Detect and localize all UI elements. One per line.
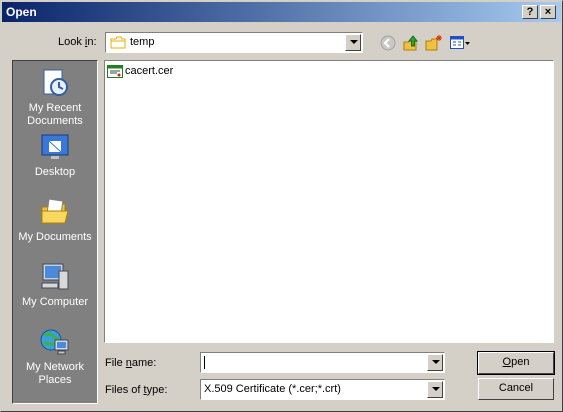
files-of-type-value: X.509 Certificate (*.cer;*.crt) [204,383,341,395]
desktop-icon [41,134,69,159]
place-my-network-places[interactable]: My Network Places [13,326,97,387]
places-bar: My Recent Documents Desktop My Documents [12,60,98,404]
place-my-documents[interactable]: My Documents [13,196,97,244]
close-button[interactable]: × [540,5,556,19]
files-of-type-label: Files of type: [105,384,168,396]
place-my-computer[interactable]: My Computer [13,261,97,309]
my-computer-icon [41,263,69,290]
new-folder-icon[interactable] [425,34,443,52]
open-button[interactable]: Open [477,351,555,375]
folder-icon [110,36,126,49]
my-documents-icon [41,198,69,224]
view-menu-icon[interactable] [449,34,471,52]
file-name-label: cacert.cer [125,65,174,77]
cancel-button[interactable]: Cancel [478,378,554,400]
network-places-icon [40,329,69,355]
certificate-icon [107,65,123,78]
place-my-recent-documents[interactable]: My Recent Documents [13,67,97,128]
back-icon[interactable] [379,34,397,52]
files-of-type-select[interactable]: X.509 Certificate (*.cer;*.crt) [200,379,445,400]
look-in-label: Look in: [58,36,97,48]
look-in-value: temp [130,36,155,48]
look-in-combo[interactable]: temp [105,32,363,53]
title-bar[interactable]: Open ? × [2,2,561,22]
text-cursor [204,356,205,369]
place-desktop[interactable]: Desktop [13,131,97,179]
chevron-down-icon[interactable] [345,34,361,51]
file-list[interactable]: cacert.cer [104,60,554,343]
up-folder-icon[interactable] [402,34,420,52]
help-button[interactable]: ? [522,5,538,19]
open-dialog: Open ? × Look in: temp My Recent Documen… [0,0,563,412]
dialog-title: Open [6,5,37,19]
file-name-label: File name: [105,357,157,369]
chevron-down-icon[interactable] [427,354,443,371]
chevron-down-icon[interactable] [427,381,443,398]
recent-documents-icon [43,69,68,96]
file-name-input[interactable] [200,352,445,373]
